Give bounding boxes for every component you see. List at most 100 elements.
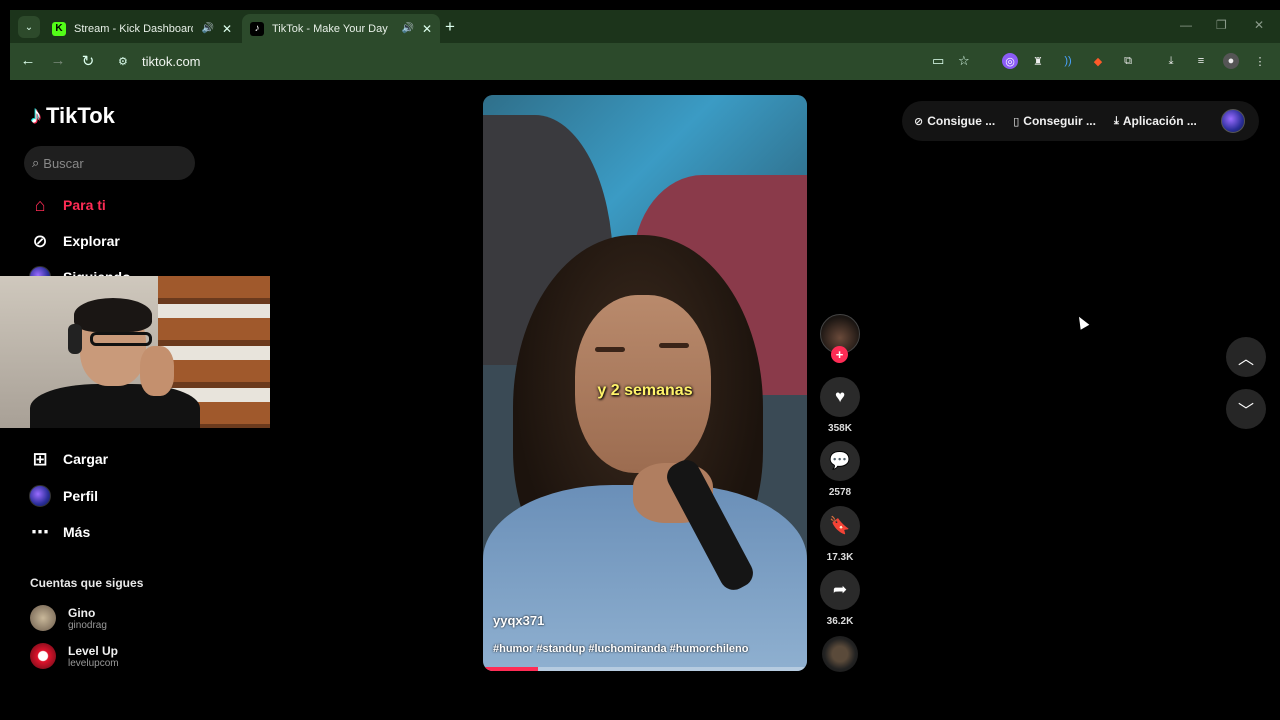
heart-icon[interactable]: ♥ [820, 377, 860, 417]
bookmark-star-icon[interactable]: ☆ [958, 53, 970, 69]
url-text[interactable]: tiktok.com [142, 54, 201, 69]
video-progress-fill [483, 667, 539, 671]
tab-kick-dashboard[interactable]: K Stream - Kick Dashboard 🔊 ✕ [44, 14, 240, 43]
search-box[interactable]: ⌕ [24, 146, 195, 180]
coin-icon: ⊘ [914, 115, 924, 128]
profile-avatar[interactable] [1221, 109, 1245, 133]
address-bar-row: ← → ↻ ⚙ tiktok.com ▭ ☆ ◎ ♜ )) ◆ ⧉ ⤓ ≡ ● … [10, 43, 1280, 80]
menu-kebab-icon[interactable]: ⋮ [1252, 53, 1268, 69]
get-app-button[interactable]: ▯ Conseguir ... [1013, 114, 1096, 128]
comment-count: 2578 [828, 487, 852, 498]
tiktok-logo[interactable]: ♪ TikTok [30, 102, 115, 130]
close-window-icon[interactable]: ✕ [1254, 18, 1264, 32]
tiktok-favicon-icon: ♪ [250, 21, 264, 36]
nav-label: Perfil [63, 488, 99, 504]
nav-explorar[interactable]: ⊘ Explorar [28, 229, 120, 253]
install-app-icon[interactable]: ▭ [932, 53, 944, 69]
nav-cargar[interactable]: ⊞ Cargar [28, 447, 108, 471]
download-icon[interactable]: ⤓ [1163, 53, 1179, 69]
download-icon: ⤓ [1113, 114, 1119, 127]
nav-label: Para ti [63, 197, 106, 213]
omnibox[interactable]: ⚙ tiktok.com ▭ ☆ [108, 47, 970, 76]
extension-castle-icon[interactable]: ♜ [1030, 53, 1046, 69]
video-player[interactable]: y 2 semanas yyqx371 #humor #standup #luc… [483, 95, 807, 671]
share-icon[interactable]: ➦ [820, 570, 860, 610]
search-input[interactable] [43, 155, 184, 171]
video-progress-bar[interactable] [483, 667, 807, 671]
like-count: 358K [828, 423, 852, 434]
reload-icon[interactable]: ↻ [78, 52, 98, 70]
nav-label: Explorar [63, 233, 120, 249]
download-app-button[interactable]: ⤓ Aplicación ... [1114, 114, 1197, 128]
extensions-puzzle-icon[interactable]: ⧉ [1120, 53, 1136, 69]
video-username[interactable]: yyqx371 [493, 613, 544, 628]
account-username: levelupcom [68, 657, 119, 669]
follow-plus-icon[interactable]: + [831, 346, 848, 363]
maximize-icon[interactable]: ❐ [1216, 18, 1227, 32]
phone-icon: ▯ [1013, 115, 1020, 128]
speaker-icon[interactable]: 🔊 [401, 23, 413, 34]
video-hashtags[interactable]: #humor #standup #luchomiranda #humorchil… [493, 643, 748, 655]
next-video-button[interactable]: ﹀ [1226, 389, 1266, 429]
previous-video-button[interactable]: ︿ [1226, 337, 1266, 377]
tab-title: TikTok - Make Your Day [272, 22, 388, 35]
account-name: Gino [68, 605, 96, 620]
save-action[interactable]: 🔖 17.3K [820, 506, 860, 563]
more-icon: ⋯ [31, 521, 49, 542]
account-name: Level Up [68, 643, 119, 658]
share-action[interactable]: ➦ 36.2K [820, 570, 860, 627]
profile-avatar [28, 484, 52, 508]
webcam-overlay [0, 276, 270, 428]
upload-icon: ⊞ [32, 448, 48, 469]
bookmark-icon[interactable]: 🔖 [820, 506, 860, 546]
extension-compass-icon[interactable]: ◎ [1002, 53, 1018, 69]
home-icon: ⌂ [34, 194, 46, 215]
site-info-icon[interactable]: ⚙ [118, 55, 134, 68]
account-avatar [30, 643, 56, 669]
nav-perfil[interactable]: Perfil [28, 484, 98, 508]
download-app-label: Aplicación ... [1122, 114, 1197, 128]
nav-label: Más [63, 524, 91, 540]
tab-tiktok[interactable]: ♪ TikTok - Make Your Day 🔊 ✕ [242, 14, 440, 43]
get-app-bar: ⊘ Consigue ... ▯ Conseguir ... ⤓ Aplicac… [902, 101, 1259, 141]
following-section-title: Cuentas que sigues [30, 576, 144, 590]
nav-para-ti[interactable]: ⌂ Para ti [28, 193, 106, 217]
minimize-icon[interactable]: — [1180, 18, 1192, 32]
tab-title: Stream - Kick Dashboard [74, 22, 194, 35]
logo-text: TikTok [46, 103, 115, 128]
save-count: 17.3K [826, 552, 854, 563]
get-app-label: Conseguir ... [1023, 114, 1096, 128]
extension-wave-icon[interactable]: )) [1060, 53, 1076, 69]
tab-search-button[interactable]: ⌄ [18, 16, 40, 38]
share-count: 36.2K [826, 616, 854, 627]
speaker-icon[interactable]: 🔊 [201, 23, 213, 34]
comment-icon[interactable]: 💬 [820, 441, 860, 481]
browser-window: ⌄ K Stream - Kick Dashboard 🔊 ✕ ♪ TikTok… [10, 10, 1280, 80]
tab-strip: ⌄ K Stream - Kick Dashboard 🔊 ✕ ♪ TikTok… [10, 10, 1280, 43]
nav-mas[interactable]: ⋯ Más [28, 520, 90, 544]
comment-action[interactable]: 💬 2578 [820, 441, 860, 498]
account-username: ginodrag [68, 619, 107, 631]
compass-icon: ⊘ [32, 230, 48, 251]
kick-favicon-icon: K [52, 21, 66, 36]
new-tab-button[interactable]: + [440, 17, 460, 37]
mouse-cursor-icon [1074, 314, 1090, 330]
get-coins-button[interactable]: ⊘ Consigue ... [914, 114, 995, 128]
media-queue-icon[interactable]: ≡ [1193, 53, 1209, 69]
forward-icon[interactable]: → [48, 52, 68, 69]
search-icon: ⌕ [32, 155, 40, 170]
video-caption-overlay: y 2 semanas [597, 382, 693, 399]
following-account[interactable]: Level Up levelupcom [30, 643, 119, 669]
music-disc-icon[interactable] [822, 636, 858, 672]
close-tab-icon[interactable]: ✕ [222, 22, 232, 36]
profile-avatar-icon[interactable]: ● [1223, 53, 1239, 69]
like-action[interactable]: ♥ 358K [820, 377, 860, 434]
back-icon[interactable]: ← [18, 52, 38, 69]
extension-fox-icon[interactable]: ◆ [1090, 53, 1106, 69]
close-tab-icon[interactable]: ✕ [422, 22, 432, 36]
get-coins-label: Consigue ... [927, 114, 996, 128]
following-account[interactable]: Gino ginodrag [30, 605, 107, 631]
nav-label: Cargar [63, 451, 109, 467]
account-avatar [30, 605, 56, 631]
tiktok-note-icon: ♪ [30, 102, 42, 129]
